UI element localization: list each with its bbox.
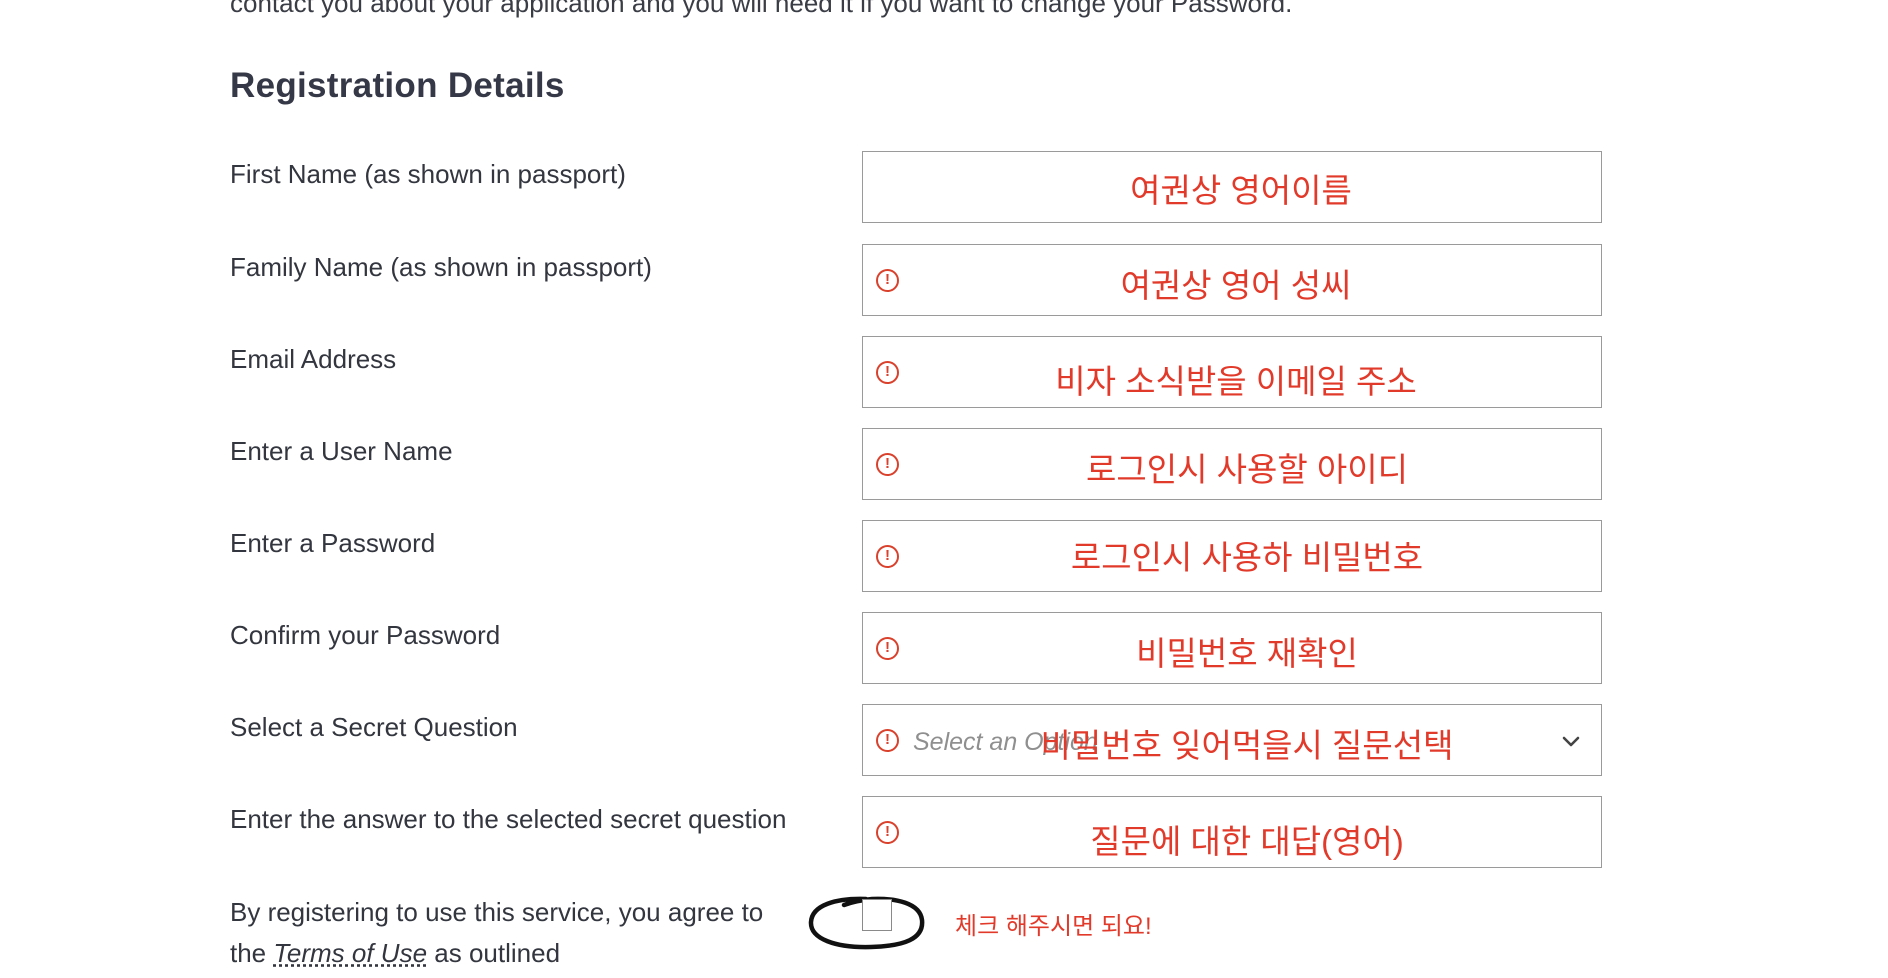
email-label: Email Address [230,344,397,374]
secret-answer-label: Enter the answer to the selected secret … [230,804,787,834]
form-row-first-name: First Name (as shown in passport) 여권상 영어… [0,151,1888,225]
checkbox-annotation: 체크 해주시면 되요! [955,913,1152,940]
confirm-password-label: Confirm your Password [230,620,501,650]
form-row-confirm-password: Confirm your Password ! 비밀번호 재확인 [0,612,1888,686]
exclamation-circle-icon: ! [876,361,899,384]
section-title: Registration Details [230,66,565,105]
exclamation-circle-icon: ! [876,453,899,476]
first-name-input[interactable]: 여권상 영어이름 [862,151,1602,223]
username-label: Enter a User Name [230,436,453,466]
form-row-secret-question: Select a Secret Question ! Select an Opt… [0,704,1888,778]
password-annotation: 로그인시 사용하 비밀번호 [1070,539,1424,576]
password-input[interactable]: ! 로그인시 사용하 비밀번호 [862,520,1602,592]
confirm-password-annotation: 비밀번호 재확인 [1136,635,1358,672]
form-row-username: Enter a User Name ! 로그인시 사용할 아이디 [0,428,1888,502]
exclamation-circle-icon: ! [876,545,899,568]
email-annotation: 비자 소식받을 이메일 주소 [1055,363,1417,400]
family-name-input[interactable]: ! 여권상 영어 성씨 [862,244,1602,316]
username-annotation: 로그인시 사용할 아이디 [1086,451,1408,488]
exclamation-circle-icon: ! [876,729,899,752]
form-row-family-name: Family Name (as shown in passport) ! 여권상… [0,244,1888,318]
chevron-down-icon [1562,736,1580,747]
exclamation-circle-icon: ! [876,637,899,660]
select-placeholder: Select an Option [913,728,1098,756]
terms-of-use-link[interactable]: Terms of Use [273,938,427,968]
secret-answer-annotation: 질문에 대한 대답(영어) [1090,823,1404,860]
exclamation-circle-icon: ! [876,269,899,292]
form-row-secret-answer: Enter the answer to the selected secret … [0,796,1888,870]
terms-suffix: as outlined [434,938,561,968]
terms-text: By registering to use this service, you … [230,892,790,974]
first-name-annotation: 여권상 영어이름 [1130,172,1352,209]
form-row-email: Email Address ! 비자 소식받을 이메일 주소 [0,336,1888,410]
password-label: Enter a Password [230,528,436,558]
exclamation-circle-icon: ! [876,821,899,844]
username-input[interactable]: ! 로그인시 사용할 아이디 [862,428,1602,500]
email-input[interactable]: ! 비자 소식받을 이메일 주소 [862,336,1602,408]
secret-question-annotation: 비밀번호 잊어먹을시 질문선택 [1040,727,1454,764]
intro-text-cut: contact you about your application and y… [230,0,1293,18]
terms-checkbox[interactable] [862,899,892,931]
family-name-annotation: 여권상 영어 성씨 [1120,267,1352,304]
secret-question-select[interactable]: ! Select an Option 비밀번호 잊어먹을시 질문선택 [862,704,1602,776]
secret-question-label: Select a Secret Question [230,712,518,742]
form-row-password: Enter a Password ! 로그인시 사용하 비밀번호 [0,520,1888,594]
family-name-label: Family Name (as shown in passport) [230,252,652,282]
first-name-label: First Name (as shown in passport) [230,159,626,189]
secret-answer-input[interactable]: ! 질문에 대한 대답(영어) [862,796,1602,868]
confirm-password-input[interactable]: ! 비밀번호 재확인 [862,612,1602,684]
